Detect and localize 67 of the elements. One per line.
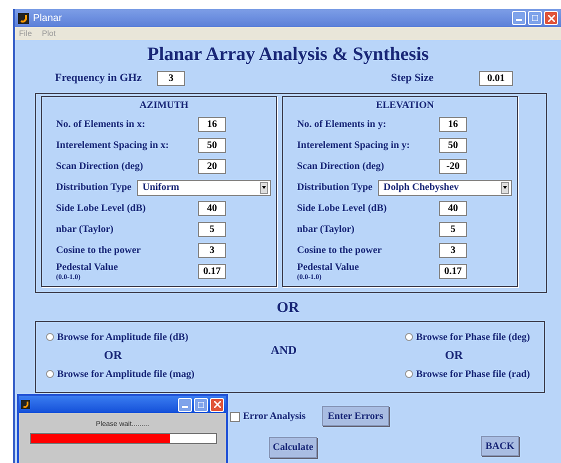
input-field[interactable]: 40 [198, 201, 226, 216]
field-label: No. of Elements in x: [56, 119, 146, 130]
input-field[interactable]: 3 [198, 243, 226, 258]
app-icon [21, 400, 30, 409]
field-label: Scan Direction (deg) [297, 161, 384, 172]
dropdown[interactable]: Uniform [137, 180, 272, 196]
input-field[interactable]: 50 [439, 138, 467, 153]
minimize-button[interactable] [512, 11, 526, 25]
calculate-button[interactable]: Calculate [269, 437, 317, 458]
input-field[interactable]: 40 [439, 201, 467, 216]
field-label: Side Lobe Level (dB) [297, 203, 387, 214]
input-field[interactable]: 3 [157, 70, 185, 86]
field-label: nbar (Taylor) [56, 224, 114, 235]
input-field[interactable]: 16 [198, 117, 226, 132]
window-title: Planar [33, 12, 62, 24]
input-field[interactable]: 50 [198, 138, 226, 153]
input-field[interactable]: 0.01 [479, 70, 513, 86]
app-icon [18, 12, 29, 24]
caret-icon [262, 186, 266, 189]
field-label: Distribution Type [56, 182, 132, 193]
or-label: OR [444, 348, 464, 363]
minimize-button[interactable] [178, 398, 192, 412]
checkbox[interactable] [230, 412, 240, 422]
field-label: Pedestal Value [297, 262, 359, 273]
field-label: Scan Direction (deg) [56, 161, 144, 172]
input-field[interactable]: -20 [439, 159, 467, 174]
checkbox-label: Error Analysis [243, 411, 306, 422]
or-label: OR [103, 348, 124, 363]
dropdown[interactable]: Dolph Chebyshev [378, 180, 512, 196]
maximize-icon [532, 15, 538, 21]
input-field[interactable]: 16 [439, 117, 467, 132]
maximize-icon [198, 402, 204, 408]
enter-errors-button[interactable]: Enter Errors [322, 406, 389, 426]
page-heading: Planar Array Analysis & Synthesis [146, 43, 430, 67]
field-label: nbar (Taylor) [297, 224, 355, 235]
close-button[interactable] [544, 11, 558, 25]
radio-button[interactable]: Browse for Amplitude file (dB) [46, 328, 204, 346]
input-field[interactable]: 3 [439, 243, 467, 258]
radio-button[interactable]: Browse for Amplitude file (mag) [46, 365, 204, 383]
and-label: AND [270, 342, 297, 358]
back-button[interactable]: BACK [481, 436, 519, 456]
field-label: Step Size [391, 72, 434, 84]
field-label: Cosine to the power [297, 245, 382, 256]
input-field[interactable]: 0.17 [198, 264, 226, 279]
caret-icon [503, 186, 508, 189]
close-icon [548, 14, 554, 22]
input-field[interactable]: 5 [198, 222, 226, 237]
close-button[interactable] [210, 398, 224, 412]
maximize-button[interactable] [194, 398, 208, 412]
field-label: No. of Elements in y: [297, 119, 386, 130]
input-field[interactable]: 0.17 [439, 264, 467, 279]
field-label: Frequency in GHz [55, 72, 143, 84]
input-field[interactable]: 5 [439, 222, 467, 237]
or-label: OR [276, 299, 300, 317]
field-label: Side Lobe Level (dB) [56, 203, 146, 214]
input-field[interactable]: 20 [198, 159, 226, 174]
panel-title: ELEVATION [375, 100, 435, 111]
field-label: Distribution Type [297, 182, 372, 193]
radio-button[interactable]: Browse for Phase file (deg) [404, 328, 530, 346]
panel-title: AZIMUTH [138, 100, 190, 111]
field-label: Interelement Spacing in x: [56, 140, 169, 151]
maximize-button[interactable] [528, 11, 542, 25]
close-icon [214, 401, 220, 408]
field-label: Cosine to the power [56, 245, 141, 256]
radio-button[interactable]: Browse for Phase file (rad) [404, 365, 530, 383]
field-label: Pedestal Value [56, 262, 118, 273]
field-label: Interelement Spacing in y: [297, 140, 410, 151]
